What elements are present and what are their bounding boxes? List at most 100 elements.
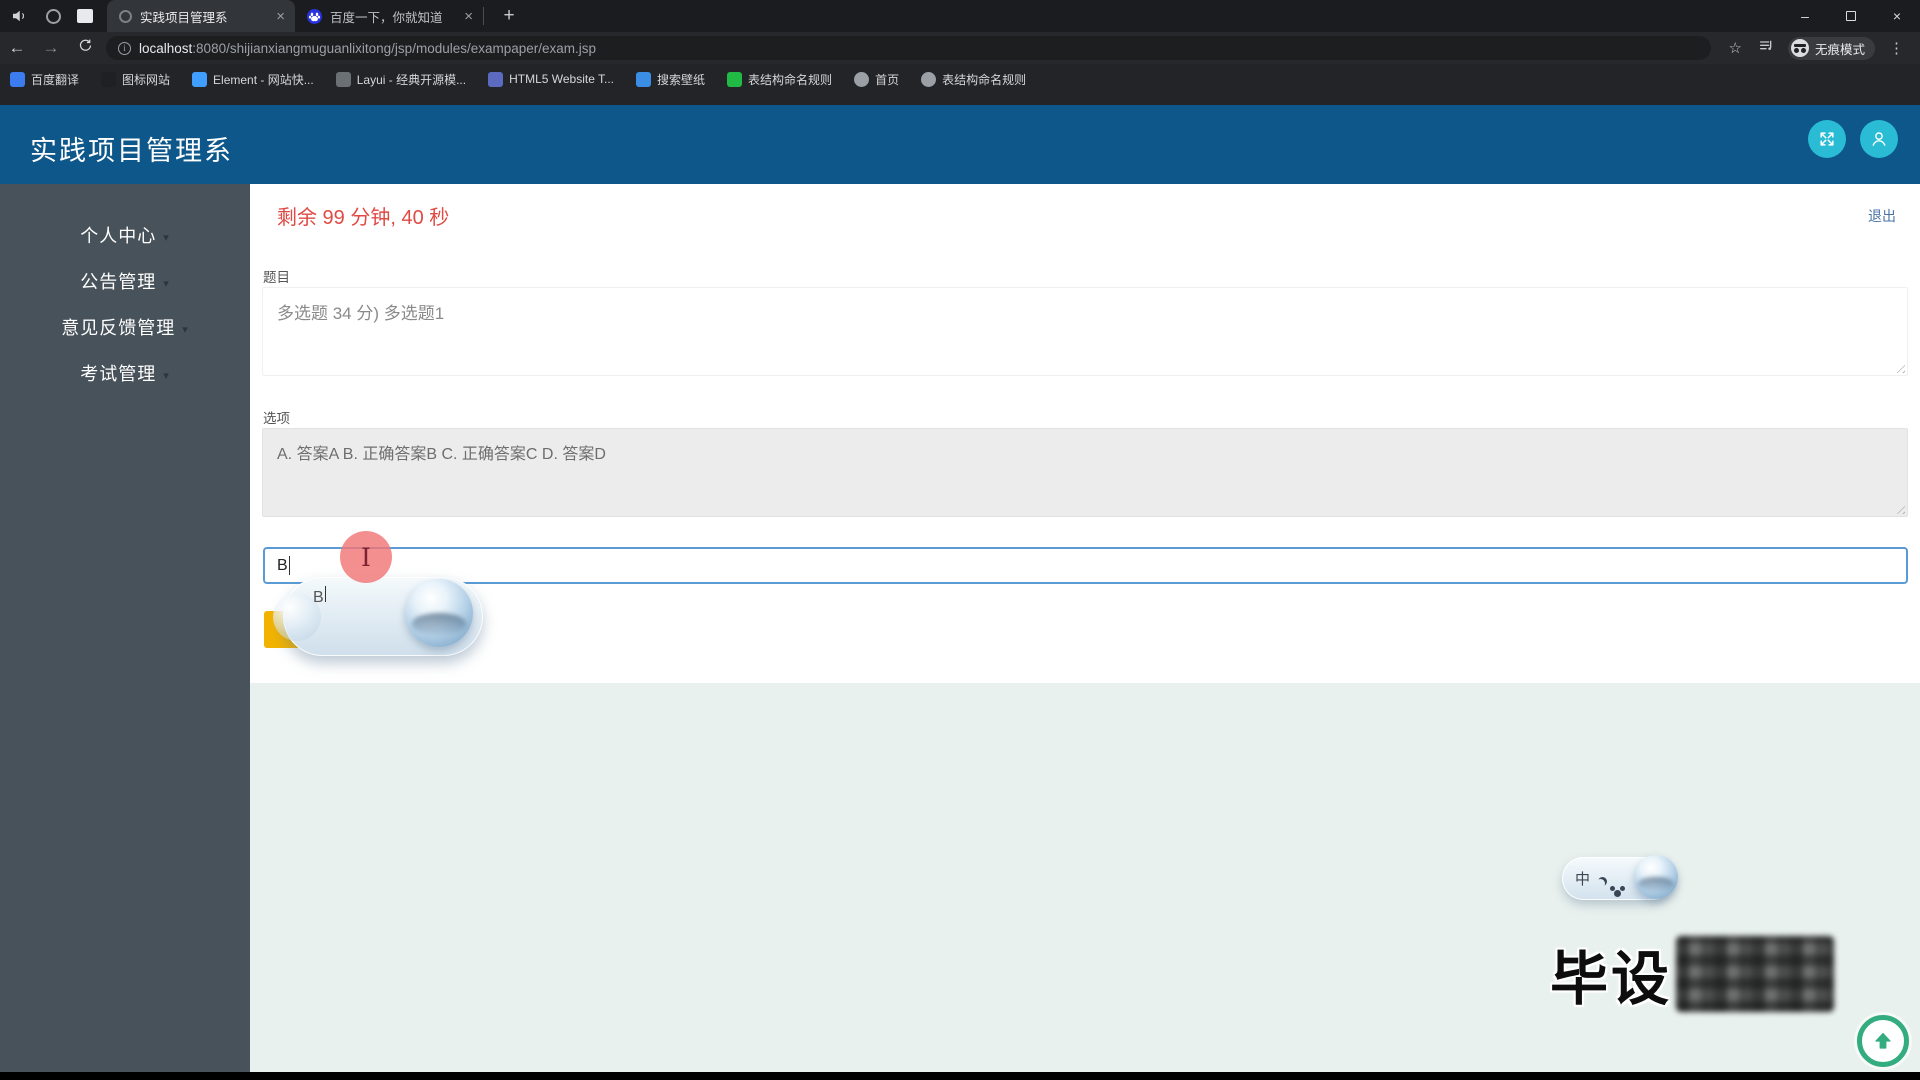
bookmark-star-icon[interactable]: ☆	[1729, 39, 1742, 57]
browser-tab-exam[interactable]: 实践项目管理系 ×	[107, 0, 295, 32]
text-caret	[324, 586, 326, 602]
app-header: 实践项目管理系	[0, 105, 1920, 184]
sidebar-item-exam[interactable]: 考试管理 ▾	[0, 350, 250, 396]
resize-grip-icon[interactable]	[1893, 502, 1905, 514]
bookmark-item[interactable]: 表结构命名规则	[921, 68, 1026, 90]
incognito-icon	[1790, 39, 1809, 57]
baidu-paw-icon	[307, 8, 322, 24]
tab-separator	[483, 7, 484, 25]
screen: 实践项目管理系 × 百度一下，你就知道 × + – × ← → i localh…	[0, 0, 1920, 1080]
refresh-button[interactable]	[68, 38, 102, 58]
bookmark-item[interactable]: 百度翻译	[10, 68, 79, 90]
tab-title: 百度一下，你就知道	[330, 10, 443, 25]
bookmark-favicon	[192, 71, 208, 87]
fullscreen-button[interactable]	[1808, 120, 1846, 158]
maximize-button[interactable]	[1828, 0, 1874, 32]
sidebar-item-announcement[interactable]: 公告管理 ▾	[0, 258, 250, 304]
bookmark-favicon	[101, 71, 117, 87]
bookmark-label: Layui - 经典开源模...	[356, 72, 467, 87]
bookmark-label: 表结构命名规则	[942, 72, 1027, 87]
browser-tab-baidu[interactable]: 百度一下，你就知道 ×	[295, 0, 483, 32]
sidebar-item-personal-center[interactable]: 个人中心 ▾	[0, 212, 250, 258]
browser-toolbar: ← → i localhost:8080/shijianxiangmuguanl…	[0, 32, 1920, 64]
bookmark-label: Element - 网站快...	[213, 72, 314, 87]
bookmark-item[interactable]: 图标网站	[101, 68, 170, 90]
bottom-letterbox-bar	[0, 1072, 1920, 1080]
reading-list-icon[interactable]	[1758, 38, 1774, 58]
info-icon[interactable]: i	[118, 41, 131, 55]
mouse-cursor-highlight: I	[340, 531, 392, 583]
answer-value: B	[277, 556, 288, 574]
sidebar: 个人中心 ▾ 公告管理 ▾ 意见反馈管理 ▾ 考试管理 ▾	[0, 184, 250, 1072]
bookmark-label: 图标网站	[122, 72, 171, 87]
back-to-top-button[interactable]	[1857, 1015, 1909, 1067]
question-text: 多选题 34 分) 多选题1	[277, 304, 445, 323]
pinned-tab-record-icon[interactable]	[46, 8, 61, 24]
bookmark-label: 百度翻译	[31, 72, 80, 87]
chevron-down-icon: ▾	[163, 369, 170, 382]
app-title: 实践项目管理系	[30, 136, 233, 166]
bookmark-item[interactable]: Element - 网站快...	[192, 68, 314, 90]
tab-loading-icon	[119, 9, 132, 23]
bookmark-item[interactable]: 搜索壁纸	[636, 68, 705, 90]
question-textarea[interactable]: 多选题 34 分) 多选题1	[262, 287, 1908, 376]
bookmark-item[interactable]: 表结构命名规则	[727, 68, 832, 90]
censored-block	[1676, 936, 1835, 1012]
chevron-down-icon: ▾	[163, 231, 170, 244]
bookmark-item[interactable]: HTML5 Website T...	[488, 68, 614, 90]
chevron-down-icon: ▾	[163, 277, 170, 290]
exam-timer: 剩余 99 分钟, 40 秒	[277, 207, 450, 229]
ime-candidate-text: B	[313, 586, 326, 607]
dots-decoration	[1614, 890, 1621, 897]
bookmark-favicon	[854, 71, 870, 87]
bookmark-favicon	[636, 71, 652, 87]
resize-grip-icon[interactable]	[1893, 361, 1905, 373]
water-sphere-decoration	[1634, 855, 1678, 899]
menu-icon[interactable]: ⋮	[1889, 39, 1904, 57]
minimize-button[interactable]: –	[1782, 0, 1828, 32]
tab-close-icon[interactable]: ×	[464, 8, 473, 25]
bookmark-item[interactable]: 首页	[854, 68, 899, 90]
url-text[interactable]: localhost:8080/shijianxiangmuguanlixiton…	[139, 41, 596, 56]
water-sphere-decoration	[405, 579, 473, 647]
ime-status-bar: 中	[1562, 855, 1678, 900]
sidebar-item-label: 个人中心	[80, 226, 157, 246]
browser-tab-strip: 实践项目管理系 × 百度一下，你就知道 × + – ×	[0, 0, 1920, 32]
up-arrow-icon	[1875, 1032, 1891, 1049]
toolbar-right: ☆ 无痕模式 ⋮	[1721, 36, 1912, 60]
profile-button[interactable]	[1860, 120, 1898, 158]
chevron-down-icon: ▾	[182, 323, 189, 336]
close-button[interactable]: ×	[1874, 0, 1920, 32]
ime-mode-text: 中	[1575, 871, 1591, 888]
moon-decoration	[1596, 879, 1605, 888]
sidebar-item-label: 考试管理	[80, 364, 157, 384]
url-path: :8080/shijianxiangmuguanlixitong/jsp/mod…	[192, 40, 597, 56]
exit-link[interactable]: 退出	[1868, 206, 1896, 226]
bookmark-favicon	[921, 71, 937, 87]
bookmark-favicon	[488, 71, 504, 87]
options-label: 选项	[263, 411, 290, 426]
forward-button[interactable]: →	[34, 38, 68, 58]
window-controls: – ×	[1782, 0, 1920, 32]
watermark: 毕设	[1550, 932, 1835, 1016]
watermark-text: 毕设	[1550, 947, 1673, 1012]
back-button[interactable]: ←	[0, 38, 34, 58]
incognito-label: 无痕模式	[1814, 42, 1865, 57]
options-textarea[interactable]: A. 答案A B. 正确答案B C. 正确答案C D. 答案D	[262, 428, 1908, 517]
volume-icon	[6, 3, 32, 29]
bookmarks-bar: 百度翻译 图标网站 Element - 网站快... Layui - 经典开源模…	[0, 64, 1920, 105]
sidebar-item-label: 意见反馈管理	[61, 318, 176, 338]
tab-close-icon[interactable]: ×	[276, 8, 285, 25]
sidebar-item-label: 公告管理	[80, 272, 157, 292]
user-icon	[1872, 132, 1886, 146]
ime-candidate-popup: B	[273, 577, 483, 656]
answer-input[interactable]: B	[263, 547, 1908, 584]
tab-title: 实践项目管理系	[140, 10, 228, 25]
bookmark-item[interactable]: Layui - 经典开源模...	[335, 68, 467, 90]
new-tab-button[interactable]: +	[496, 5, 522, 27]
question-label: 题目	[263, 270, 290, 285]
url-bar[interactable]: i localhost:8080/shijianxiangmuguanlixit…	[106, 36, 1711, 60]
sidebar-item-feedback[interactable]: 意见反馈管理 ▾	[0, 304, 250, 350]
bookmark-favicon	[335, 71, 351, 87]
pinned-tab-window-icon[interactable]	[77, 9, 93, 23]
